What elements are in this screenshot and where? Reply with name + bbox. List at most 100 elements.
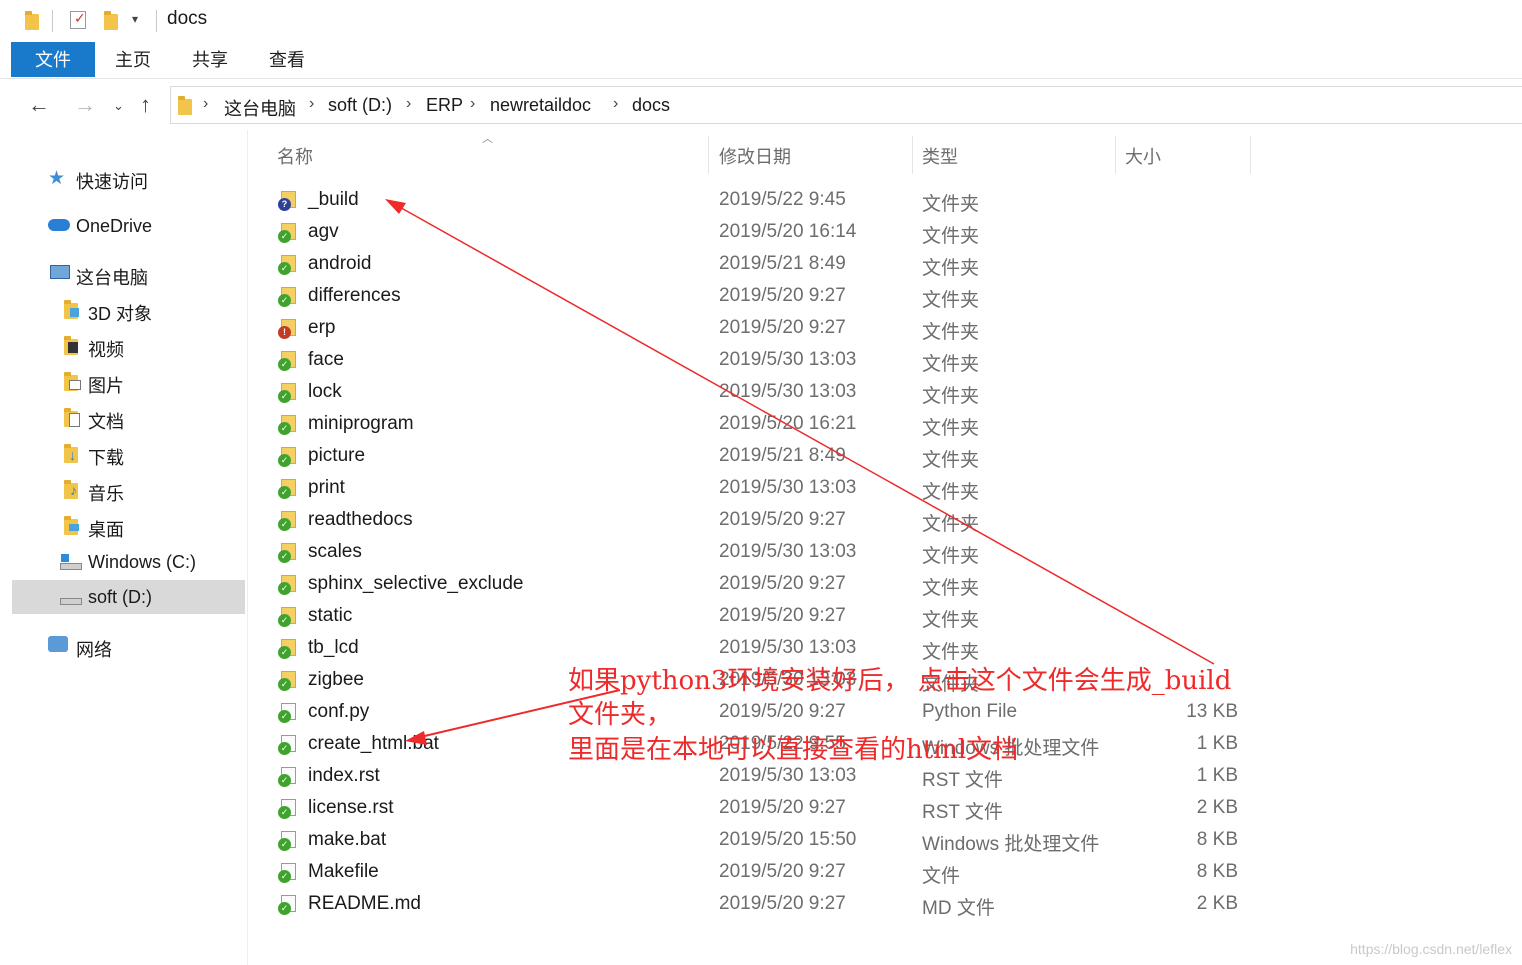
breadcrumb-docs[interactable]: docs — [632, 95, 670, 116]
nav-videos[interactable]: 视频 — [12, 329, 245, 363]
nav-documents[interactable]: 文档 — [12, 401, 245, 435]
breadcrumb-this-pc[interactable]: 这台电脑 — [224, 95, 296, 121]
up-arrow-icon[interactable]: ↑ — [140, 92, 151, 118]
tab-file[interactable]: 文件 — [11, 42, 95, 77]
column-divider[interactable] — [1250, 136, 1251, 174]
file-date: 2019/5/30 13:03 — [719, 381, 857, 402]
file-date: 2019/5/20 9:27 — [719, 861, 846, 882]
breadcrumb-erp[interactable]: ERP — [426, 95, 463, 116]
tab-share[interactable]: 共享 — [175, 42, 245, 77]
ribbon-tabs: 文件 主页 共享 查看 — [0, 42, 1522, 79]
nav-desktop[interactable]: 桌面 — [12, 509, 245, 543]
folder-icon: ✓ — [278, 477, 298, 499]
column-header-size[interactable]: 大小 — [1125, 143, 1161, 169]
nav-label: 文档 — [88, 412, 124, 432]
file-date: 2019/5/21 8:49 — [719, 253, 846, 274]
sync-ok-badge-icon: ✓ — [278, 454, 291, 467]
file-row[interactable]: ✓ conf.py 2019/5/20 9:27 Python File 13 KB — [270, 696, 1250, 728]
file-row[interactable]: ✓ README.md 2019/5/20 9:27 MD 文件 2 KB — [270, 888, 1250, 920]
folder-icon: ✓ — [278, 413, 298, 435]
file-icon: ✓ — [278, 861, 298, 883]
video-icon — [62, 336, 82, 355]
nav-onedrive[interactable]: OneDrive — [12, 209, 245, 243]
folder-row[interactable]: ✓ differences 2019/5/20 9:27 文件夹 — [270, 280, 1250, 312]
nav-this-pc[interactable]: 这台电脑 — [12, 257, 245, 291]
nav-drive-c[interactable]: Windows (C:) — [12, 545, 245, 579]
nav-3d-objects[interactable]: 3D 对象 — [12, 293, 245, 327]
file-icon: ✓ — [278, 797, 298, 819]
sync-ok-badge-icon: ✓ — [278, 358, 291, 371]
tab-home[interactable]: 主页 — [98, 42, 168, 77]
file-row[interactable]: ✓ Makefile 2019/5/20 9:27 文件 8 KB — [270, 856, 1250, 888]
chevron-right-icon[interactable]: › — [203, 95, 208, 113]
nav-network[interactable]: 网络 — [12, 629, 245, 663]
file-size: 2 KB — [1196, 893, 1238, 914]
folder-row[interactable]: ✓ print 2019/5/30 13:03 文件夹 — [270, 472, 1250, 504]
folder-row[interactable]: ✓ miniprogram 2019/5/20 16:21 文件夹 — [270, 408, 1250, 440]
annotation-line-1: 如果python3环境安装好后， 点击这个文件会生成_build — [568, 666, 1232, 696]
nav-label: 这台电脑 — [76, 268, 148, 288]
chevron-right-icon[interactable]: › — [613, 95, 618, 113]
folder-row[interactable]: ✓ lock 2019/5/30 13:03 文件夹 — [270, 376, 1250, 408]
documents-icon — [62, 408, 82, 427]
folder-row[interactable]: ! erp 2019/5/20 9:27 文件夹 — [270, 312, 1250, 344]
nav-label: 图片 — [88, 376, 124, 396]
file-size: 8 KB — [1196, 861, 1238, 882]
folder-row[interactable]: ? _build 2019/5/22 9:45 文件夹 — [270, 184, 1250, 216]
file-name: face — [308, 349, 344, 370]
chevron-right-icon[interactable]: › — [309, 95, 314, 113]
folder-row[interactable]: ✓ agv 2019/5/20 16:14 文件夹 — [270, 216, 1250, 248]
column-header-date[interactable]: 修改日期 — [719, 143, 791, 169]
recent-locations-chevron-icon[interactable]: ⌄ — [113, 98, 124, 114]
back-arrow-icon[interactable]: ← — [28, 92, 50, 118]
nav-drive-d[interactable]: soft (D:) — [12, 580, 245, 614]
file-name: create_html.bat — [308, 733, 439, 754]
column-header-type[interactable]: 类型 — [922, 143, 958, 169]
file-name: android — [308, 253, 372, 274]
folder-icon: ! — [278, 317, 298, 339]
file-size: 13 KB — [1186, 701, 1238, 722]
file-name: zigbee — [308, 669, 364, 690]
file-date: 2019/5/20 9:27 — [719, 285, 846, 306]
nav-label: soft (D:) — [88, 587, 153, 607]
nav-quick-access[interactable]: ★ 快速访问 — [12, 161, 245, 195]
tab-view[interactable]: 查看 — [252, 42, 322, 77]
file-row[interactable]: ✓ license.rst 2019/5/20 9:27 RST 文件 2 KB — [270, 792, 1250, 824]
column-divider[interactable] — [1115, 136, 1116, 174]
folder-row[interactable]: ✓ picture 2019/5/21 8:49 文件夹 — [270, 440, 1250, 472]
folder-row[interactable]: ✓ scales 2019/5/30 13:03 文件夹 — [270, 536, 1250, 568]
sync-ok-badge-icon: ✓ — [278, 486, 291, 499]
annotation-line-3: 里面是在本地可以直接查看的html文档 — [568, 735, 1019, 765]
file-row[interactable]: ✓ make.bat 2019/5/20 15:50 Windows 批处理文件 8 K… — [270, 824, 1250, 856]
nav-pictures[interactable]: 图片 — [12, 365, 245, 399]
nav-downloads[interactable]: ↓ 下载 — [12, 437, 245, 471]
file-name: license.rst — [308, 797, 394, 818]
folder-row[interactable]: ✓ sphinx_selective_exclude 2019/5/20 9:27 文… — [270, 568, 1250, 600]
breadcrumb-soft-d[interactable]: soft (D:) — [328, 95, 392, 116]
chevron-right-icon[interactable]: › — [470, 95, 475, 113]
breadcrumb-newretaildoc[interactable]: newretaildoc — [490, 95, 591, 116]
column-divider[interactable] — [912, 136, 913, 174]
file-type: 文件夹 — [922, 258, 980, 279]
customize-dropdown-icon[interactable]: ▾ — [132, 12, 138, 26]
column-divider[interactable] — [708, 136, 709, 174]
forward-arrow-icon[interactable]: → — [74, 92, 96, 118]
file-date: 2019/5/30 13:03 — [719, 349, 857, 370]
folder-row[interactable]: ✓ readthedocs 2019/5/20 9:27 文件夹 — [270, 504, 1250, 536]
sync-ok-badge-icon: ✓ — [278, 806, 291, 819]
chevron-right-icon[interactable]: › — [406, 95, 411, 113]
file-date: 2019/5/20 16:14 — [719, 221, 857, 242]
folder-row[interactable]: ✓ static 2019/5/20 9:27 文件夹 — [270, 600, 1250, 632]
pictures-icon — [62, 372, 82, 391]
folder-row[interactable]: ✓ android 2019/5/21 8:49 文件夹 — [270, 248, 1250, 280]
file-type: 文件夹 — [922, 354, 980, 375]
file-size: 1 KB — [1196, 765, 1238, 786]
folder-row[interactable]: ✓ face 2019/5/30 13:03 文件夹 — [270, 344, 1250, 376]
file-name: erp — [308, 317, 336, 338]
file-type: MD 文件 — [922, 898, 995, 919]
column-header-name[interactable]: 名称 — [277, 143, 313, 169]
file-type: 文件夹 — [922, 610, 980, 631]
nav-music[interactable]: ♪ 音乐 — [12, 473, 245, 507]
properties-check-icon[interactable]: ✓ — [70, 10, 86, 29]
title-bar: ✓ ▾ docs — [0, 0, 1522, 42]
